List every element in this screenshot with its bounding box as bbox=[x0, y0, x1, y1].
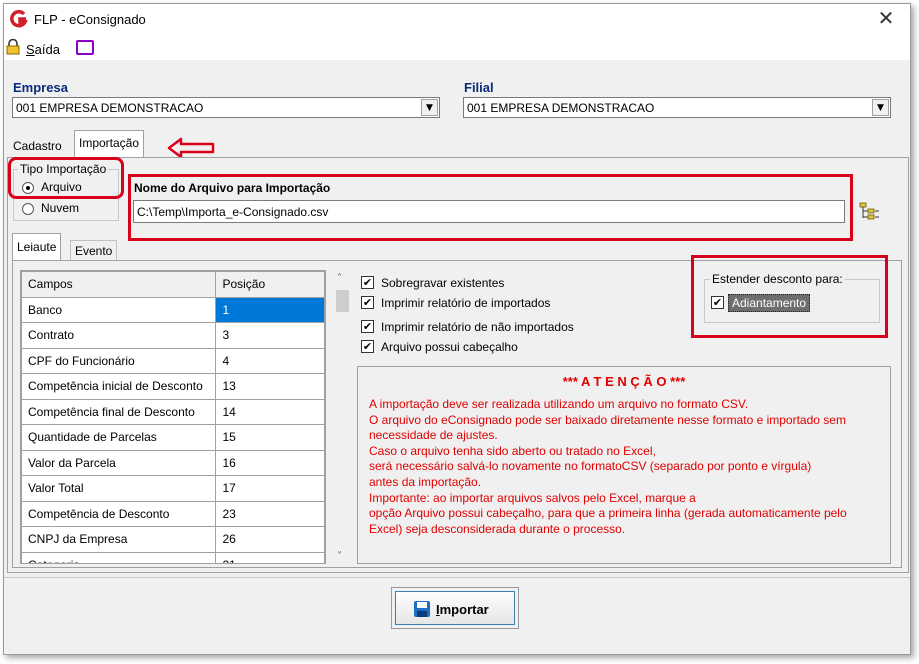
grid-cell-campo: Valor da Parcela bbox=[21, 449, 217, 476]
attention-text: A importação deve ser realizada utilizan… bbox=[369, 397, 847, 537]
grid-cell-posicao[interactable]: 15 bbox=[215, 424, 325, 451]
chevron-up-icon[interactable]: ˄ bbox=[337, 273, 342, 284]
attention-title: *** A T E N Ç Ã O *** bbox=[562, 374, 686, 389]
grid-cell-campo: Competência final de Desconto bbox=[21, 398, 217, 425]
red-arrow-annotation bbox=[167, 137, 215, 159]
menu-bar: Saída bbox=[4, 34, 910, 60]
chat-icon[interactable] bbox=[76, 40, 94, 55]
table-row[interactable]: Valor da Parcela 16 bbox=[21, 449, 325, 476]
table-row[interactable]: CPF do Funcionário 4 bbox=[21, 347, 325, 374]
importar-label: Importar bbox=[436, 602, 489, 617]
table-row[interactable]: Contrato 3 bbox=[21, 322, 325, 349]
app-window: FLP - eConsignado ✕ Saída Empresa 001 EM… bbox=[3, 3, 911, 655]
filial-select[interactable]: 001 EMPRESA DEMONSTRACAO ▼ bbox=[463, 97, 891, 118]
close-icon: ✕ bbox=[877, 6, 895, 30]
grid-cell-posicao[interactable]: 3 bbox=[215, 322, 325, 349]
empresa-label: Empresa bbox=[13, 80, 68, 95]
filial-label: Filial bbox=[464, 80, 494, 95]
table-row[interactable]: Competência de Desconto 23 bbox=[21, 500, 325, 527]
annotation-arquivo bbox=[128, 174, 853, 241]
window-title: FLP - eConsignado bbox=[34, 12, 146, 27]
tab-leiaute[interactable]: Leiaute bbox=[12, 233, 62, 261]
grid-cell-campo: Competência de Desconto bbox=[21, 500, 217, 527]
grid-cell-posicao[interactable]: 21 bbox=[215, 551, 325, 563]
checkbox-imprimir-nao-importados-label: Imprimir relatório de não importados bbox=[381, 320, 574, 334]
grid-cell-campo: Categoria bbox=[21, 551, 217, 563]
table-row[interactable]: Competência final de Desconto 14 bbox=[21, 398, 325, 425]
attention-line: necessidade de ajustes. bbox=[369, 428, 498, 443]
grid-header-posicao: Posição bbox=[215, 271, 325, 298]
attention-line: será necessário salvá-lo novamente no fo… bbox=[369, 459, 812, 474]
attention-line: O arquivo do eConsignado pode ser baixad… bbox=[369, 412, 846, 427]
grid-cell-campo: Contrato bbox=[21, 322, 217, 349]
grid-cell-posicao[interactable]: 26 bbox=[215, 526, 325, 553]
checkbox-imprimir-nao-importados[interactable]: ✔ bbox=[361, 320, 374, 333]
grid-cell-posicao[interactable]: 23 bbox=[215, 500, 325, 527]
empresa-value: 001 EMPRESA DEMONSTRACAO bbox=[16, 101, 204, 115]
grid-cell-campo: Quantidade de Parcelas bbox=[21, 424, 217, 451]
menu-saida[interactable]: Saída bbox=[26, 42, 60, 57]
tab-importacao[interactable]: Importação bbox=[74, 130, 145, 158]
filial-value: 001 EMPRESA DEMONSTRACAO bbox=[467, 101, 655, 115]
annotation-estender bbox=[691, 255, 888, 338]
grid-cell-posicao[interactable]: 4 bbox=[215, 347, 325, 374]
checkbox-imprimir-importados[interactable]: ✔ bbox=[361, 296, 374, 309]
grid-cell-posicao[interactable]: 13 bbox=[215, 373, 325, 400]
table-row[interactable]: Categoria21 bbox=[21, 551, 325, 563]
title-bar: FLP - eConsignado ✕ bbox=[4, 4, 910, 34]
attention-line: opção Arquivo possui cabeçalho, para que… bbox=[369, 506, 847, 521]
table-row[interactable]: Valor Total 17 bbox=[21, 475, 325, 502]
grid-scrollbar[interactable]: ˄ ˅ bbox=[334, 270, 351, 564]
attention-line: Caso o arquivo tenha sido aberto ou trat… bbox=[369, 443, 656, 458]
lock-icon bbox=[6, 39, 20, 55]
grid-cell-posicao[interactable]: 14 bbox=[215, 398, 325, 425]
chevron-down-icon[interactable]: ˅ bbox=[337, 551, 342, 562]
save-icon bbox=[414, 601, 430, 617]
importar-button-face: Importar bbox=[395, 591, 515, 625]
grid-cell-campo: Valor Total bbox=[21, 475, 217, 502]
grid-header-row: Campos Posição bbox=[21, 271, 325, 298]
grid-cell-campo: Banco bbox=[21, 296, 217, 323]
scrollbar-thumb[interactable] bbox=[336, 290, 349, 312]
table-row[interactable]: Competência inicial de Desconto 13 bbox=[21, 373, 325, 400]
table-row[interactable]: CNPJ da Empresa 26 bbox=[21, 526, 325, 553]
menu-saida-accel: S bbox=[26, 42, 35, 57]
attention-line: A importação deve ser realizada utilizan… bbox=[369, 397, 749, 411]
attention-line: Importante: ao importar arquivos salvos … bbox=[369, 490, 696, 505]
checkbox-sobregravar[interactable]: ✔ bbox=[361, 276, 374, 289]
app-logo-icon bbox=[10, 10, 28, 28]
radio-nuvem[interactable] bbox=[22, 203, 34, 215]
empresa-select[interactable]: 001 EMPRESA DEMONSTRACAO ▼ bbox=[12, 97, 440, 118]
radio-nuvem-label: Nuvem bbox=[41, 201, 80, 215]
checkbox-imprimir-importados-label: Imprimir relatório de importados bbox=[381, 296, 551, 310]
grid-cell-campo: CNPJ da Empresa bbox=[21, 526, 217, 553]
importar-label-rest: mportar bbox=[439, 602, 489, 617]
close-button[interactable]: ✕ bbox=[874, 8, 898, 30]
checkbox-sobregravar-label: Sobregravar existentes bbox=[381, 276, 505, 290]
leiaute-grid[interactable]: Campos Posição Banco 1 Contrato 3 CPF do F… bbox=[20, 270, 326, 564]
grid-header-campos: Campos bbox=[21, 271, 217, 298]
grid-cell-campo: Competência inicial de Desconto bbox=[21, 373, 217, 400]
grid-cell-posicao[interactable]: 16 bbox=[215, 449, 325, 476]
menu-saida-label: aída bbox=[34, 42, 60, 57]
attention-line: antes da importação. bbox=[369, 474, 482, 489]
checkbox-cabecalho-label: Arquivo possui cabeçalho bbox=[381, 340, 518, 354]
tab-evento[interactable]: Evento bbox=[70, 240, 118, 262]
checkbox-cabecalho[interactable]: ✔ bbox=[361, 340, 374, 353]
grid-table: Campos Posição Banco 1 Contrato 3 CPF do F… bbox=[21, 271, 325, 563]
chevron-down-icon[interactable]: ▼ bbox=[872, 99, 889, 116]
attention-line: Excel) seja desconsiderada durante o pro… bbox=[369, 521, 626, 536]
table-row[interactable]: Quantidade de Parcelas 15 bbox=[21, 424, 325, 451]
divider bbox=[4, 577, 910, 578]
annotation-tipo bbox=[8, 157, 124, 199]
importar-button[interactable]: Importar bbox=[391, 587, 519, 629]
tab-cadastro[interactable]: Cadastro bbox=[9, 139, 66, 153]
grid-cell-posicao[interactable]: 1 bbox=[215, 296, 325, 323]
folder-tree-icon[interactable] bbox=[858, 201, 880, 221]
chevron-down-icon[interactable]: ▼ bbox=[421, 99, 438, 116]
grid-cell-campo: CPF do Funcionário bbox=[21, 347, 217, 374]
grid-cell-posicao[interactable]: 17 bbox=[215, 475, 325, 502]
table-row[interactable]: Banco 1 bbox=[21, 296, 325, 323]
